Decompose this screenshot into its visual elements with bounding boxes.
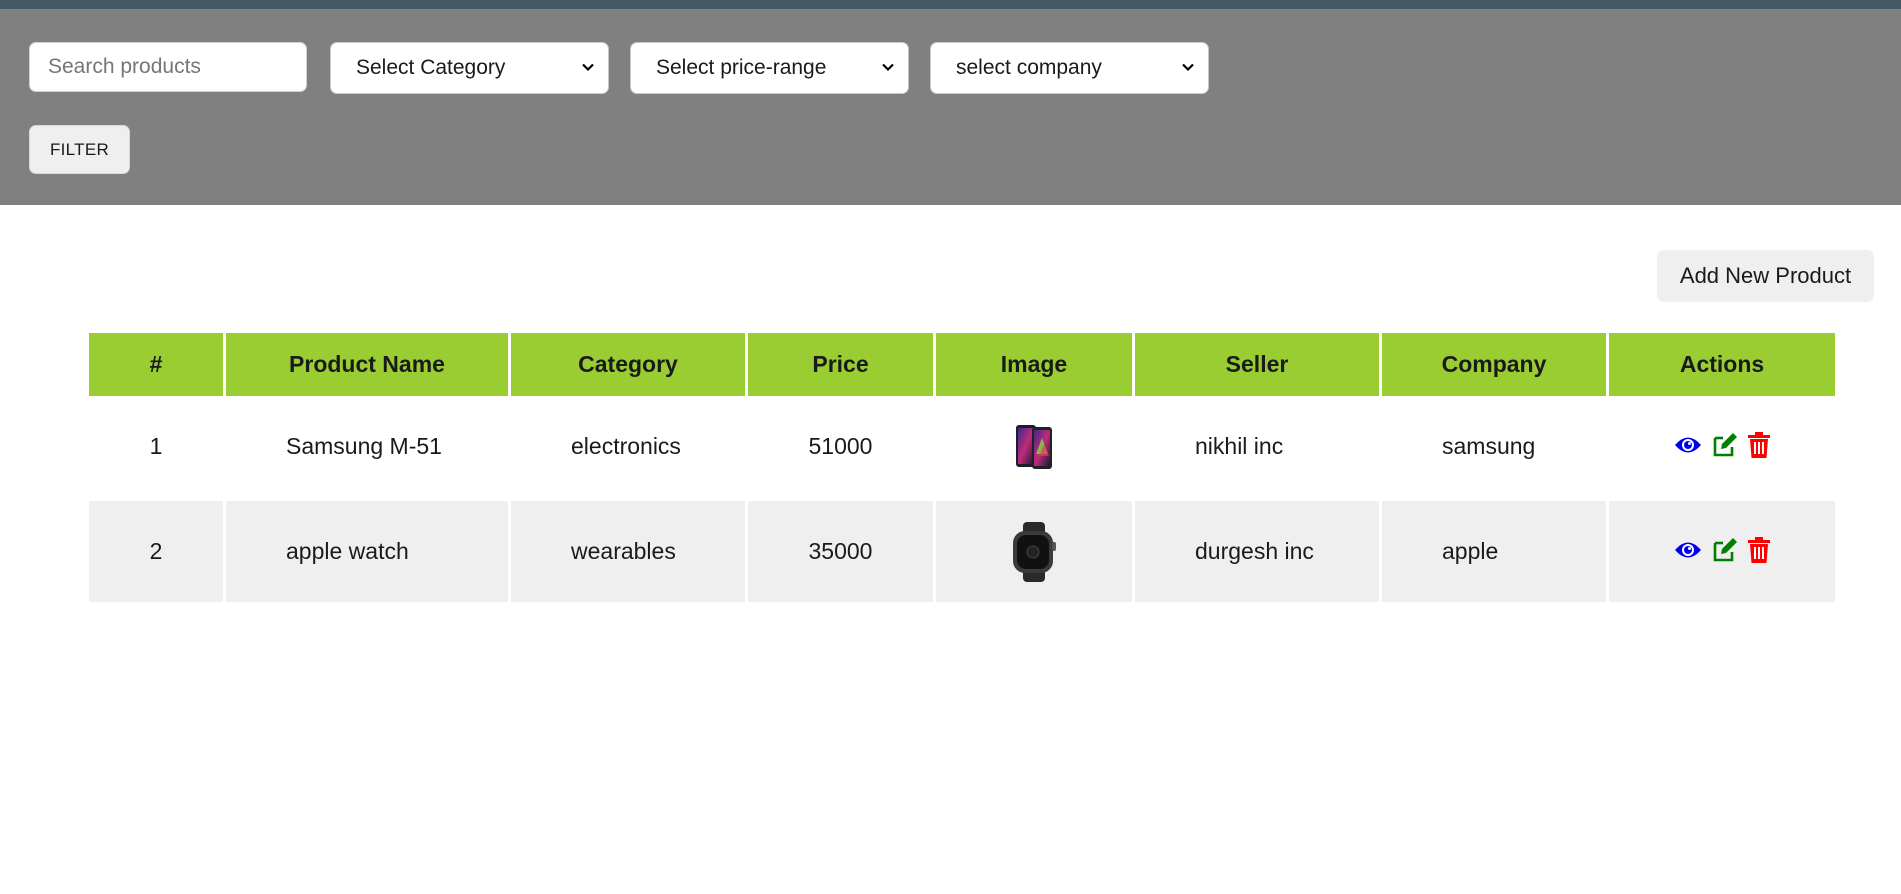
cell-product-name: apple watch: [226, 499, 508, 602]
edit-button[interactable]: [1712, 537, 1738, 563]
eye-icon: [1675, 437, 1701, 452]
header-seller: Seller: [1135, 333, 1379, 396]
view-button[interactable]: [1674, 434, 1702, 456]
company-select[interactable]: select company: [930, 42, 1209, 94]
view-button[interactable]: [1674, 539, 1702, 561]
cell-actions: [1609, 396, 1835, 499]
cell-seller: durgesh inc: [1135, 499, 1379, 602]
search-input[interactable]: [29, 42, 307, 92]
trash-icon: [1748, 431, 1770, 458]
cell-image: [936, 499, 1132, 602]
cell-number: 2: [89, 499, 223, 602]
price-range-select-value: Select price-range: [656, 56, 827, 79]
add-new-product-label: Add New Product: [1679, 263, 1852, 288]
cell-number: 1: [89, 396, 223, 499]
table-row: 2 apple watch wearables 35000 durgesh in…: [89, 499, 1835, 602]
header-price: Price: [748, 333, 933, 396]
header-category: Category: [511, 333, 745, 396]
cell-company: apple: [1382, 499, 1606, 602]
cell-price: 51000: [748, 396, 933, 499]
header-product-name: Product Name: [226, 333, 508, 396]
trash-icon: [1748, 536, 1770, 563]
price-range-select[interactable]: Select price-range: [630, 42, 909, 94]
filter-button-label: FILTER: [49, 139, 110, 159]
eye-icon: [1675, 542, 1701, 557]
watch-image: [1013, 521, 1056, 582]
table-header-row: # Product Name Category Price Image Sell…: [89, 333, 1835, 396]
edit-button[interactable]: [1712, 432, 1738, 458]
phone-image: [1016, 424, 1052, 469]
header-actions: Actions: [1609, 333, 1835, 396]
edit-icon: [1713, 537, 1737, 561]
chevron-down-icon: [882, 63, 894, 72]
edit-icon: [1713, 432, 1737, 456]
header-image: Image: [936, 333, 1132, 396]
header-company: Company: [1382, 333, 1606, 396]
delete-button[interactable]: [1748, 431, 1770, 458]
filter-button[interactable]: FILTER: [29, 125, 130, 174]
add-new-product-button[interactable]: Add New Product: [1657, 250, 1874, 302]
header-number: #: [89, 333, 223, 396]
chevron-down-icon: [1182, 63, 1194, 72]
category-select[interactable]: Select Category: [330, 42, 609, 94]
products-table: # Product Name Category Price Image Sell…: [86, 333, 1838, 602]
cell-product-name: Samsung M-51: [226, 396, 508, 499]
company-select-value: select company: [956, 56, 1102, 79]
cell-price: 35000: [748, 499, 933, 602]
delete-button[interactable]: [1748, 536, 1770, 563]
filter-bar: Select Category Select price-range selec…: [0, 9, 1901, 205]
cell-company: samsung: [1382, 396, 1606, 499]
table-row: 1 Samsung M-51 electronics 51000 nikhil …: [89, 396, 1835, 499]
cell-actions: [1609, 499, 1835, 602]
cell-image: [936, 396, 1132, 499]
chevron-down-icon: [582, 63, 594, 72]
cell-category: wearables: [511, 499, 745, 602]
category-select-value: Select Category: [356, 56, 506, 79]
top-stripe: [0, 0, 1901, 9]
cell-seller: nikhil inc: [1135, 396, 1379, 499]
cell-category: electronics: [511, 396, 745, 499]
